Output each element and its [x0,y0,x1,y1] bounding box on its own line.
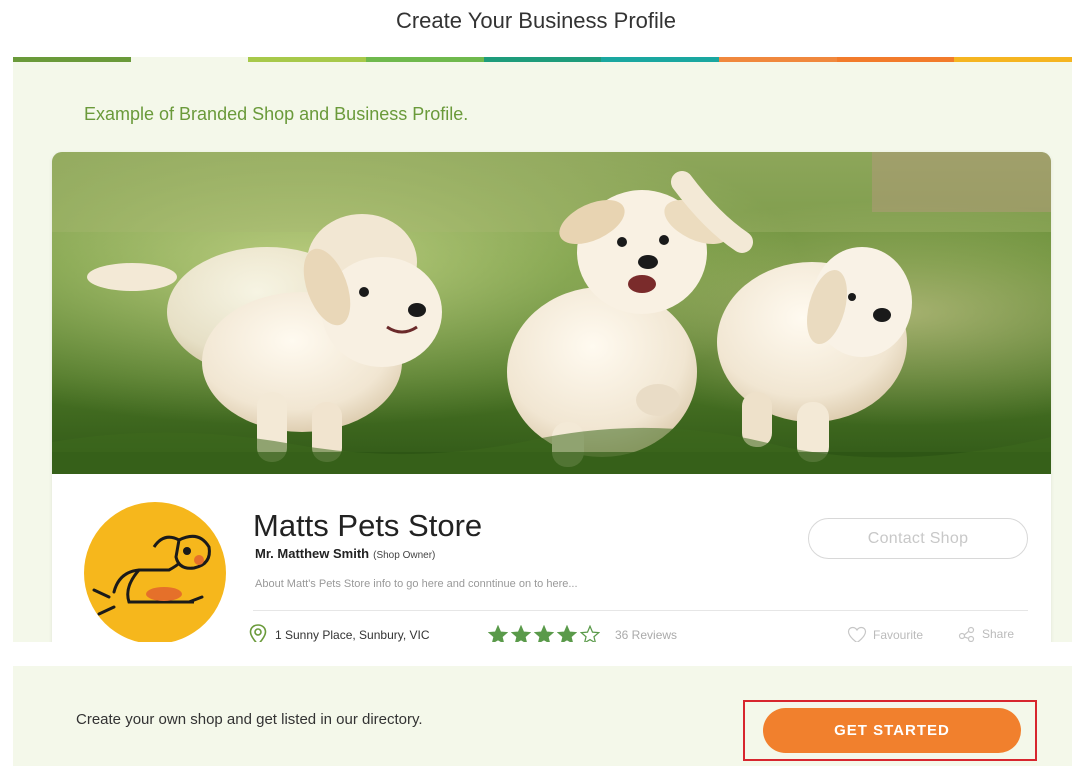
about-text: About Matt's Pets Store info to go here … [255,578,578,590]
owner-role: (Shop Owner) [373,550,436,561]
share-button[interactable]: Share [958,626,1014,642]
shop-logo [84,502,226,644]
share-label: Share [982,627,1015,641]
address-text: 1 Sunny Place, Sunbury, VIC [275,628,430,642]
favourite-label: Favourite [873,628,924,642]
example-label: Example of Branded Shop and Business Pro… [84,104,469,124]
owner-name: Mr. Matthew Smith (Shop Owner) [255,546,435,561]
reviews-link[interactable]: 36 Reviews [615,628,677,642]
section-separator [0,642,1072,666]
page-title: Create Your Business Profile [395,8,677,33]
contact-shop-button[interactable]: Contact Shop [808,518,1028,559]
cta-text: Create your own shop and get listed in o… [76,711,423,728]
divider [253,610,1028,611]
owner-name-text: Mr. Matthew Smith [255,546,370,561]
share-icon [958,626,975,642]
dog-logo-icon [92,534,211,616]
get-started-button[interactable]: GET STARTED [763,708,1021,753]
banner-image [52,152,1051,474]
profile-card: Matts Pets Store Mr. Matthew Smith (Shop … [52,152,1051,658]
shop-name: Matts Pets Store [253,508,483,543]
